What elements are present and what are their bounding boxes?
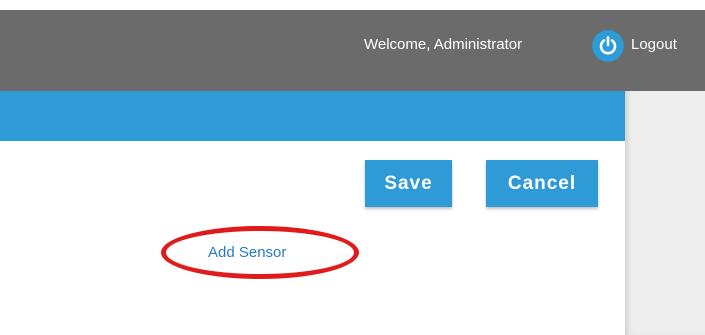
highlight-ellipse bbox=[161, 226, 359, 279]
welcome-text: Welcome, Administrator bbox=[364, 36, 523, 53]
window-top-edge bbox=[0, 0, 705, 10]
power-icon bbox=[599, 36, 617, 55]
logout-link[interactable]: Logout bbox=[631, 36, 677, 53]
cancel-button[interactable]: Cancel bbox=[486, 160, 598, 207]
save-button[interactable]: Save bbox=[365, 160, 452, 207]
section-header-bar bbox=[0, 91, 625, 141]
logout-button[interactable] bbox=[592, 30, 624, 62]
right-side-panel bbox=[625, 91, 705, 335]
